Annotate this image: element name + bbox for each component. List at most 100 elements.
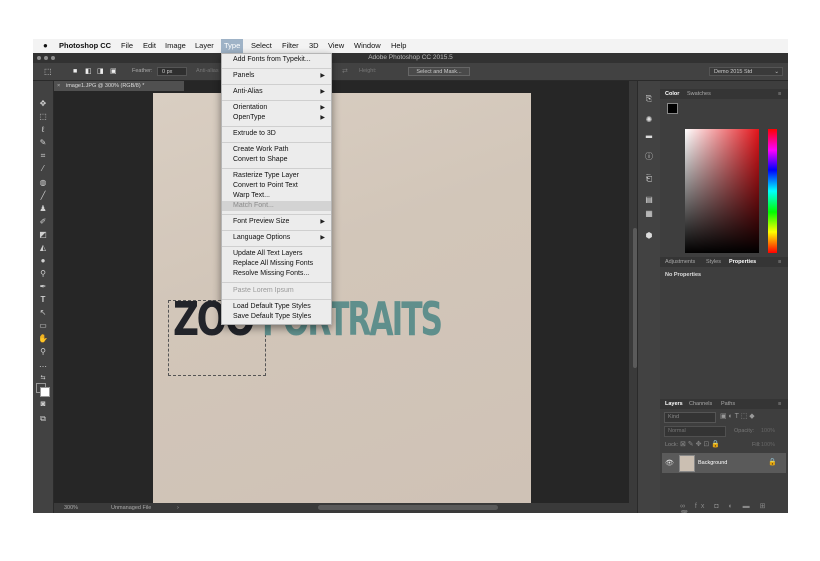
layer-row-background[interactable]: 👁 Background 🔒 xyxy=(662,453,786,473)
eye-visibility-icon[interactable]: 👁 xyxy=(665,459,674,467)
notes-panel-icon[interactable]: ▦ xyxy=(643,208,655,220)
marquee-preset-icon[interactable]: ⬚ xyxy=(44,67,52,76)
opacity-value[interactable]: 100% xyxy=(761,428,775,434)
menu-item-anti-alias[interactable]: Anti-Alias ▶ xyxy=(222,87,331,97)
brush-settings-icon[interactable]: ✺ xyxy=(643,114,655,126)
document-tab[interactable]: × image1.JPG @ 300% (RGB/8) * xyxy=(54,81,184,91)
feather-input[interactable]: 0 px xyxy=(157,67,187,76)
apple-logo-icon[interactable]: ● xyxy=(43,39,48,53)
history-panel-icon[interactable]: ⎘ xyxy=(643,93,655,105)
quick-selection-tool-icon[interactable]: ✎ xyxy=(37,138,49,148)
menu-item-convert-to-point-text[interactable]: Convert to Point Text xyxy=(222,181,331,191)
menu-filter[interactable]: Filter xyxy=(282,39,299,53)
workspace-switcher[interactable]: Demo 2015 Std ⌄ xyxy=(709,67,783,76)
eyedropper-tool-icon[interactable]: ⁄ xyxy=(37,164,49,174)
tab-adjustments[interactable]: Adjustments xyxy=(665,257,695,267)
menu-item-rasterize-type-layer[interactable]: Rasterize Type Layer xyxy=(222,171,331,181)
menu-window[interactable]: Window xyxy=(354,39,381,53)
panel-menu-icon[interactable]: ≡ xyxy=(778,399,781,409)
tab-paths[interactable]: Paths xyxy=(721,399,735,409)
eraser-tool-icon[interactable]: ◩ xyxy=(37,230,49,240)
clone-stamp-tool-icon[interactable]: ♟ xyxy=(37,204,49,214)
history-brush-tool-icon[interactable]: ✐ xyxy=(37,217,49,227)
hand-tool-icon[interactable]: ✋ xyxy=(37,334,49,344)
brush-tool-icon[interactable]: ╱ xyxy=(37,191,49,201)
menu-item-save-default-type-styles[interactable]: Save Default Type Styles xyxy=(222,312,331,322)
selection-mode-subtract-icon[interactable]: ◨ xyxy=(97,67,104,76)
zoom-tool-icon[interactable]: ⚲ xyxy=(37,347,49,357)
paragraph-panel-icon[interactable]: ▤ xyxy=(643,194,655,206)
info-panel-icon[interactable]: ⓘ xyxy=(643,151,655,163)
menu-item-opentype[interactable]: OpenType ▶ xyxy=(222,113,331,123)
tab-properties[interactable]: Properties xyxy=(729,257,756,267)
tab-color[interactable]: Color xyxy=(665,89,679,99)
menu-item-resolve-missing-fonts[interactable]: Resolve Missing Fonts... xyxy=(222,269,331,279)
menu-item-panels[interactable]: Panels ▶ xyxy=(222,71,331,81)
color-field[interactable] xyxy=(685,129,759,253)
background-color-swatch[interactable] xyxy=(40,387,50,397)
rectangle-tool-icon[interactable]: ▭ xyxy=(37,321,49,331)
blend-mode-dropdown[interactable]: Normal xyxy=(664,426,726,437)
canvas[interactable]: ZOO PORTRAITS xyxy=(153,93,531,503)
menu-item-add-fonts-typekit[interactable]: Add Fonts from Typekit... xyxy=(222,55,331,65)
path-selection-tool-icon[interactable]: ↖ xyxy=(37,308,49,318)
layer-filter-icons[interactable]: ▣ ◐ T ⬚ ◆ xyxy=(720,412,755,420)
swap-colors-icon[interactable]: ⇆ xyxy=(37,373,49,383)
menu-item-replace-missing-fonts[interactable]: Replace All Missing Fonts xyxy=(222,259,331,269)
panel-menu-icon[interactable]: ≡ xyxy=(778,89,781,99)
type-tool-icon[interactable]: T xyxy=(37,295,49,305)
menu-layer[interactable]: Layer xyxy=(195,39,214,53)
selection-mode-new-icon[interactable]: ■ xyxy=(73,67,77,76)
menu-help[interactable]: Help xyxy=(391,39,406,53)
character-panel-icon[interactable]: ⎗ xyxy=(643,173,655,185)
healing-brush-tool-icon[interactable]: ◍ xyxy=(37,178,49,188)
screen-mode-icon[interactable]: ⧉ xyxy=(37,414,49,424)
close-tab-icon[interactable]: × xyxy=(57,81,60,91)
anti-alias-checkbox[interactable]: Anti-alias xyxy=(196,67,219,76)
menu-item-update-all-text-layers[interactable]: Update All Text Layers xyxy=(222,249,331,259)
3d-panel-icon[interactable]: ⬢ xyxy=(643,230,655,242)
tab-channels[interactable]: Channels xyxy=(689,399,712,409)
hue-slider[interactable] xyxy=(768,129,777,253)
menu-app-name[interactable]: Photoshop CC xyxy=(59,39,111,53)
selection-mode-intersect-icon[interactable]: ▣ xyxy=(110,67,117,76)
fill-value[interactable]: 100% xyxy=(761,442,775,448)
selection-mode-add-icon[interactable]: ◧ xyxy=(85,67,92,76)
menu-item-load-default-type-styles[interactable]: Load Default Type Styles xyxy=(222,302,331,312)
menu-edit[interactable]: Edit xyxy=(143,39,156,53)
menu-file[interactable]: File xyxy=(121,39,133,53)
menu-item-warp-text[interactable]: Warp Text... xyxy=(222,191,331,201)
tab-layers[interactable]: Layers xyxy=(665,399,683,409)
pen-tool-icon[interactable]: ✒ xyxy=(37,282,49,292)
menu-item-create-work-path[interactable]: Create Work Path xyxy=(222,145,331,155)
menu-item-convert-to-shape[interactable]: Convert to Shape xyxy=(222,155,331,165)
menu-select[interactable]: Select xyxy=(251,39,272,53)
zoom-level[interactable]: 300% xyxy=(64,503,78,513)
lock-icons[interactable]: ⊠ ✎ ✥ ⊡ 🔒 xyxy=(680,440,720,448)
lasso-tool-icon[interactable]: ℓ xyxy=(37,125,49,135)
menu-item-font-preview-size[interactable]: Font Preview Size ▶ xyxy=(222,217,331,227)
quick-mask-icon[interactable]: ◙ xyxy=(37,399,49,409)
gradient-tool-icon[interactable]: ◭ xyxy=(37,243,49,253)
status-menu-arrow-icon[interactable]: › xyxy=(177,503,179,513)
crop-tool-icon[interactable]: ⌗ xyxy=(37,151,49,161)
panel-menu-icon[interactable]: ≡ xyxy=(778,257,781,267)
swap-dimensions-icon[interactable]: ⇄ xyxy=(342,67,348,76)
marquee-tool-icon[interactable]: ⬚ xyxy=(37,112,49,122)
blur-tool-icon[interactable]: ● xyxy=(37,256,49,266)
menu-3d[interactable]: 3D xyxy=(309,39,319,53)
tab-styles[interactable]: Styles xyxy=(706,257,721,267)
horizontal-scrollbar[interactable] xyxy=(318,505,498,510)
color-panel-foreground-swatch[interactable] xyxy=(667,103,678,114)
menu-view[interactable]: View xyxy=(328,39,344,53)
menu-type[interactable]: Type xyxy=(221,39,244,53)
menu-item-extrude-3d[interactable]: Extrude to 3D xyxy=(222,129,331,139)
histogram-icon[interactable]: ▂ xyxy=(643,128,655,140)
dodge-tool-icon[interactable]: ⚲ xyxy=(37,269,49,279)
layer-actions-icons[interactable]: ∞ fx ◘ ◐ ▬ ⊞ 🗑 xyxy=(680,502,788,513)
select-and-mask-button[interactable]: Select and Mask... xyxy=(408,67,470,76)
menu-image[interactable]: Image xyxy=(165,39,186,53)
tab-swatches[interactable]: Swatches xyxy=(687,89,711,99)
layer-filter-dropdown[interactable]: Kind xyxy=(664,412,716,423)
menu-item-match-font[interactable]: Match Font... xyxy=(222,201,331,211)
